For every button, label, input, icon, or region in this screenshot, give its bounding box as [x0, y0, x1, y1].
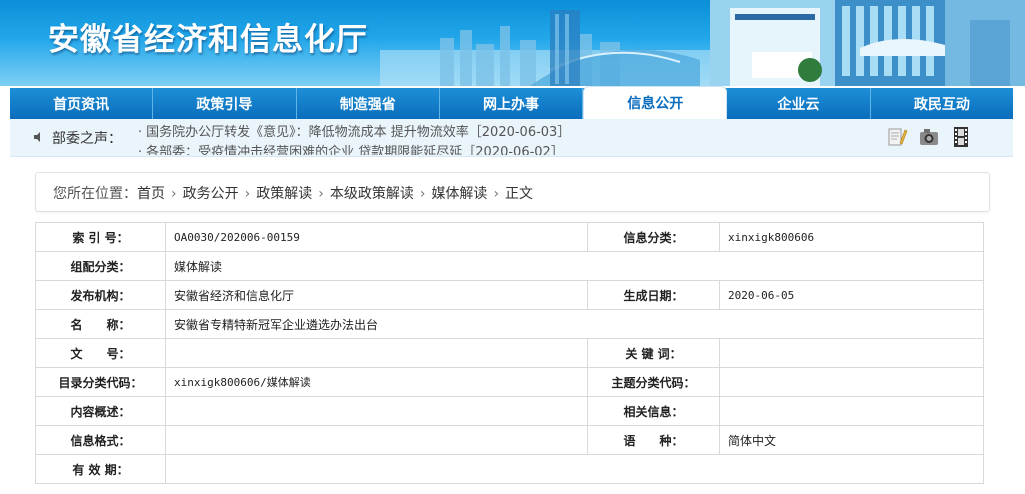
breadcrumb-item-local-policy[interactable]: 本级政策解读	[330, 186, 414, 202]
info-metadata-table: 索 引 号： OA0030/202006-00159 信息分类： xinxigk…	[35, 222, 984, 484]
field-value	[165, 454, 984, 484]
nav-item-public-interaction[interactable]: 政民互动	[871, 88, 1013, 119]
nav-item-online-service[interactable]: 网上办事	[440, 88, 584, 119]
chevron-right-icon: ›	[493, 186, 500, 202]
field-value	[165, 425, 588, 455]
table-row: 目录分类代码： xinxigk800606/媒体解读 主题分类代码：	[35, 367, 984, 397]
header-skyline-illustration	[380, 0, 1025, 86]
news-ticker: · 国务院办公厅转发《意见》：降低物流成本 提升物流效率［2020-06-03］ …	[138, 119, 838, 155]
field-label: 名 称：	[35, 309, 166, 339]
field-label: 信息格式：	[35, 425, 166, 455]
field-label: 生成日期：	[587, 280, 720, 310]
field-value: xinxigk800606	[719, 222, 984, 252]
nav-item-home-news[interactable]: 首页资讯	[10, 88, 154, 119]
film-icon[interactable]	[950, 126, 972, 148]
field-value: 简体中文	[719, 425, 984, 455]
ticker-item-text: 国务院办公厅转发《意见》：降低物流成本 提升物流效率［2020-06-03］	[146, 125, 571, 140]
breadcrumb-prefix: 您所在位置：	[53, 186, 137, 202]
ticker-item[interactable]: · 国务院办公厅转发《意见》：降低物流成本 提升物流效率［2020-06-03］	[138, 121, 570, 140]
field-value	[719, 338, 984, 368]
chevron-right-icon: ›	[419, 186, 426, 202]
breadcrumb-item-current: 正文	[505, 186, 534, 202]
field-label: 索 引 号：	[35, 222, 166, 252]
field-value	[165, 338, 588, 368]
field-value: xinxigk800606/媒体解读	[165, 367, 588, 397]
field-value: 媒体解读	[165, 251, 984, 281]
nav-item-policy-guide[interactable]: 政策引导	[153, 88, 297, 119]
chevron-right-icon: ›	[318, 186, 324, 202]
table-row: 有 效 期：	[35, 454, 984, 484]
field-label: 文 号：	[35, 338, 166, 368]
field-label: 信息分类：	[587, 222, 720, 252]
site-title: 安徽省经济和信息化厅	[48, 22, 368, 58]
table-row: 组配分类： 媒体解读	[35, 251, 984, 281]
field-label: 相关信息：	[587, 396, 720, 426]
breadcrumb-item-policy-interpretation[interactable]: 政策解读	[256, 186, 312, 202]
field-value	[719, 396, 984, 426]
field-label: 关 键 词：	[587, 338, 720, 368]
camera-icon[interactable]	[918, 126, 940, 148]
table-row: 发布机构： 安徽省经济和信息化厅 生成日期： 2020-06-05	[35, 280, 984, 310]
field-label: 目录分类代码：	[35, 367, 166, 397]
table-row: 索 引 号： OA0030/202006-00159 信息分类： xinxigk…	[35, 222, 984, 252]
chevron-right-icon: ›	[171, 186, 177, 202]
breadcrumb-item-gov-affairs[interactable]: 政务公开	[183, 186, 239, 202]
table-row: 内容概述： 相关信息：	[35, 396, 984, 426]
field-label: 语 种：	[587, 425, 720, 455]
field-label: 主题分类代码：	[587, 367, 720, 397]
field-label: 发布机构：	[35, 280, 166, 310]
site-header: 安徽省经济和信息化厅	[0, 0, 1025, 86]
table-row: 信息格式： 语 种： 简体中文	[35, 425, 984, 455]
field-value: 2020-06-05	[719, 280, 984, 310]
field-value: OA0030/202006-00159	[165, 222, 588, 252]
chevron-right-icon: ›	[244, 186, 251, 202]
field-label: 内容概述：	[35, 396, 166, 426]
field-value: 安徽省经济和信息化厅	[165, 280, 588, 310]
media-tool-icons	[886, 126, 972, 148]
nav-item-manufacturing[interactable]: 制造强省	[297, 88, 440, 119]
nav-item-info-disclosure[interactable]: 信息公开	[583, 86, 728, 119]
breadcrumb: 您所在位置：首页 › 政务公开 › 政策解读 › 本级政策解读 › 媒体解读 › 正文	[35, 172, 990, 212]
table-row: 文 号： 关 键 词：	[35, 338, 984, 368]
announcement-label: 部委之声：	[52, 131, 122, 147]
pencil-icon[interactable]	[886, 126, 908, 148]
nav-item-enterprise-cloud[interactable]: 企业云	[727, 88, 871, 119]
ticker-item[interactable]: · 各部委：受疫情冲击经营困难的企业 贷款期限能延尽延［2020-06-02］	[138, 141, 564, 155]
main-nav: 首页资讯 政策引导 制造强省 网上办事 信息公开 企业云 政民互动	[10, 86, 1013, 119]
announcement-bar: 部委之声： · 国务院办公厅转发《意见》：降低物流成本 提升物流效率［2020-0…	[10, 119, 1013, 157]
field-value	[719, 367, 984, 397]
breadcrumb-item-home[interactable]: 首页	[137, 186, 165, 202]
breadcrumb-item-media[interactable]: 媒体解读	[431, 186, 487, 202]
table-row: 名 称： 安徽省专精特新冠军企业遴选办法出台	[35, 309, 984, 339]
field-value	[165, 396, 588, 426]
field-value: 安徽省专精特新冠军企业遴选办法出台	[165, 309, 984, 339]
field-label: 有 效 期：	[35, 454, 166, 484]
ticker-item-text: 各部委：受疫情冲击经营困难的企业 贷款期限能延尽延［2020-06-02］	[146, 145, 564, 155]
speaker-icon	[34, 132, 40, 142]
field-label: 组配分类：	[35, 251, 166, 281]
